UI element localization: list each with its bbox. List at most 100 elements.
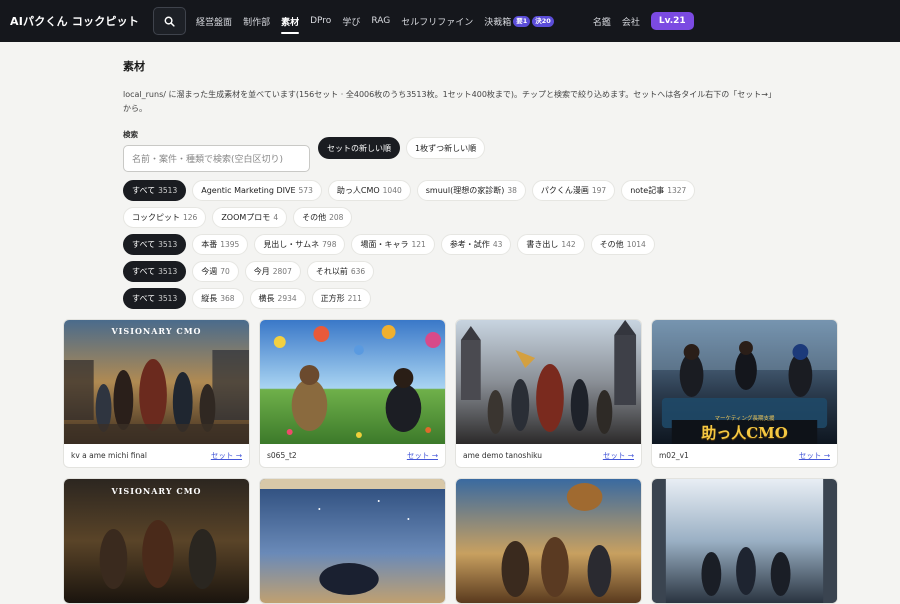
asset-card[interactable] — [651, 478, 838, 604]
filter-chip[interactable]: 縦長 368 — [192, 288, 244, 309]
filter-chip-label: コックピット — [132, 213, 180, 222]
filter-chip-label: 本番 — [201, 240, 218, 249]
filter-chip[interactable]: すべて 3513 — [123, 288, 187, 309]
filter-chip[interactable]: Agentic Marketing DIVE 573 — [192, 180, 322, 201]
nav-decision-box[interactable]: 決裁箱 要1 決20 — [484, 0, 554, 42]
level-badge[interactable]: Lv.21 — [650, 12, 694, 30]
filter-chip-count: 2934 — [277, 294, 297, 303]
asset-name: m02_v1 — [659, 451, 689, 460]
asset-thumbnail[interactable]: VISIONARY CMO — [64, 479, 249, 603]
filter-chip-label: 今月 — [253, 267, 270, 276]
sort-single-newest[interactable]: 1枚ずつ新しい順 — [406, 137, 486, 159]
search-input[interactable]: 名前・案件・種類で検索(空白区切り) — [123, 145, 310, 172]
filter-kind: すべて 3513 本番 1395 見出し・サムネ 798 場面・キャラ 121 参考・試… — [123, 234, 763, 255]
filter-chip-label: 書き出し — [526, 240, 559, 249]
asset-card[interactable]: マーケティング長期支援 助っ人CMO m02_v1 セット → — [651, 319, 838, 468]
filter-chip[interactable]: smuul(理想の家診断) 38 — [416, 180, 526, 201]
filter-chip[interactable]: 横長 2934 — [249, 288, 306, 309]
filter-chip[interactable]: すべて 3513 — [123, 261, 187, 282]
filter-period: すべて 3513 今週 70 今月 2807 それ以前 636 — [123, 261, 763, 282]
filter-chip-label: すべて — [132, 294, 156, 303]
filter-chip[interactable]: 書き出し 142 — [517, 234, 585, 255]
brand-title[interactable]: AIパクくん コックピット — [10, 13, 139, 29]
set-link[interactable]: セット → — [211, 450, 242, 461]
asset-card[interactable] — [259, 478, 446, 604]
set-link[interactable]: セット → — [407, 450, 438, 461]
filter-chip[interactable]: 参考・試作 43 — [440, 234, 512, 255]
filter-chip[interactable]: ZOOMプロモ 4 — [212, 207, 288, 228]
filter-chip-count: 142 — [561, 240, 576, 249]
card-footer: s065_t2 セット → — [260, 444, 445, 467]
asset-card[interactable]: VISIONARY CMO — [63, 478, 250, 604]
filter-chip[interactable]: 正方形 211 — [311, 288, 371, 309]
asset-thumbnail[interactable] — [456, 320, 641, 444]
filter-chip[interactable]: パクくん漫画 197 — [531, 180, 616, 201]
asset-name: ame demo tanoshiku — [463, 451, 543, 460]
asset-name: kv a ame michi final — [71, 451, 147, 460]
page-title: 素材 — [123, 60, 145, 73]
filter-chip[interactable]: 場面・キャラ 121 — [351, 234, 435, 255]
search-button[interactable] — [153, 7, 187, 35]
card-footer: kv a ame michi final セット → — [64, 444, 249, 467]
set-link[interactable]: セット → — [603, 450, 634, 461]
filter-chip-label: 参考・試作 — [449, 240, 490, 249]
nav-decision-label: 決裁箱 — [484, 17, 512, 28]
nav-kaisha[interactable]: 会社 — [622, 0, 640, 42]
filter-chip-label: 縦長 — [201, 294, 218, 303]
asset-thumbnail[interactable]: VISIONARY CMO — [64, 320, 249, 444]
sort-options: セットの新しい順 1枚ずつ新しい順 — [318, 134, 486, 159]
decision-badge-decided: 決20 — [532, 15, 554, 27]
nav-manabi[interactable]: 学び — [342, 0, 360, 42]
filter-chip[interactable]: すべて 3513 — [123, 234, 187, 255]
asset-thumbnail[interactable] — [652, 479, 837, 603]
asset-grid: VISIONARY CMO kv a ame michi final セット → — [63, 319, 838, 604]
nav-meikan[interactable]: 名鑑 — [593, 0, 611, 42]
filter-chip-count: 197 — [591, 186, 607, 195]
filter-chip-count: 2807 — [272, 267, 292, 276]
filter-chip[interactable]: 助っ人CMO 1040 — [327, 180, 411, 201]
nav-seisakubu[interactable]: 制作部 — [243, 0, 270, 42]
filter-chip[interactable]: すべて 3513 — [123, 180, 187, 201]
asset-thumbnail[interactable] — [456, 479, 641, 603]
dark-heroes-image — [64, 479, 249, 603]
set-link[interactable]: セット → — [799, 450, 830, 461]
filter-chip[interactable]: note記事 1327 — [621, 180, 696, 201]
filter-chip-count: 636 — [350, 267, 366, 276]
filter-chip[interactable]: 今週 70 — [192, 261, 239, 282]
nav-keiei[interactable]: 経営盤面 — [196, 0, 232, 42]
asset-thumbnail[interactable] — [260, 320, 445, 444]
filter-chip-label: 横長 — [258, 294, 275, 303]
thumbnail-overlay-text: VISIONARY CMO — [111, 486, 202, 496]
nav-self-refine[interactable]: セルフリファイン — [401, 0, 473, 42]
castle-crowd-image — [456, 320, 641, 444]
filter-chip-label: 正方形 — [320, 294, 345, 303]
asset-thumbnail[interactable] — [260, 479, 445, 603]
filter-chip-label: すべて — [132, 240, 156, 249]
thumbnail-overlay-text: 助っ人CMO — [701, 424, 788, 442]
asset-card[interactable] — [455, 478, 642, 604]
filter-chip[interactable]: 本番 1395 — [192, 234, 249, 255]
filter-chip[interactable]: その他 208 — [293, 207, 353, 228]
asset-thumbnail[interactable]: マーケティング長期支援 助っ人CMO — [652, 320, 837, 444]
nav-rag[interactable]: RAG — [371, 0, 390, 42]
asset-card[interactable]: s065_t2 セット → — [259, 319, 446, 468]
filter-chip-count: 1014 — [626, 240, 646, 249]
sort-set-newest[interactable]: セットの新しい順 — [318, 137, 400, 159]
filter-chip[interactable]: 見出し・サムネ 798 — [254, 234, 346, 255]
main-content: 素材 local_runs/ に溜まった生成素材を並べています(156セット ·… — [0, 58, 900, 309]
filter-chip-count: 121 — [411, 240, 426, 249]
filter-chip[interactable]: 今月 2807 — [244, 261, 301, 282]
asset-card[interactable]: ame demo tanoshiku セット → — [455, 319, 642, 468]
filter-chip[interactable]: その他 1014 — [590, 234, 655, 255]
filter-chip-count: 1040 — [382, 186, 402, 195]
balloon-meadow-image — [260, 320, 445, 444]
page-description: local_runs/ に溜まった生成素材を並べています(156セット · 全4… — [123, 90, 772, 113]
filter-chip-count: 1395 — [220, 240, 240, 249]
filter-chip[interactable]: それ以前 636 — [306, 261, 375, 282]
decision-badge-required: 要1 — [513, 15, 531, 27]
nav-sozai[interactable]: 素材 — [281, 0, 300, 42]
filter-chip-label: 見出し・サムネ — [263, 240, 320, 249]
asset-card[interactable]: VISIONARY CMO kv a ame michi final セット → — [63, 319, 250, 468]
nav-dpro[interactable]: DPro — [310, 0, 331, 42]
filter-chip[interactable]: コックピット 126 — [123, 207, 207, 228]
